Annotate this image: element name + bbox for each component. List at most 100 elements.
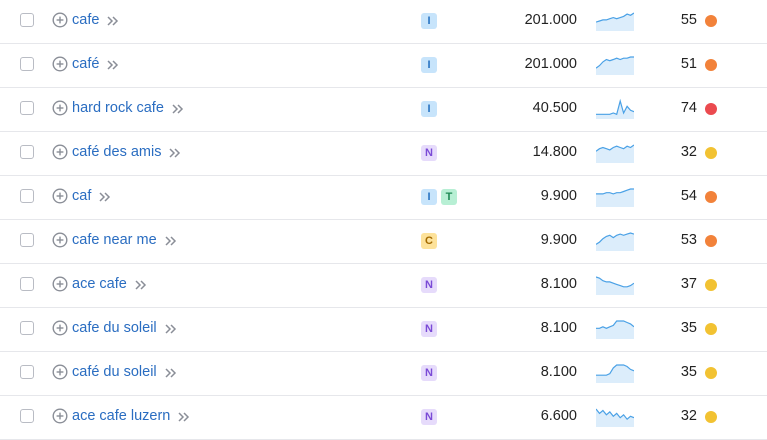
keyword-overview-chevron-icon[interactable] bbox=[106, 14, 120, 28]
search-volume: 9.900 bbox=[540, 188, 577, 204]
table-row[interactable]: cafe I 201.000 55 bbox=[0, 0, 767, 44]
intent-badge: N bbox=[421, 321, 437, 337]
search-volume: 40.500 bbox=[532, 100, 577, 116]
keyword-text[interactable]: café du soleil bbox=[72, 364, 157, 381]
intent-badge: N bbox=[421, 145, 437, 161]
row-checkbox[interactable] bbox=[20, 277, 34, 291]
row-checkbox[interactable] bbox=[20, 101, 34, 115]
search-volume: 6.600 bbox=[540, 408, 577, 424]
keyword-text[interactable]: ace cafe bbox=[72, 276, 127, 293]
keyword-difficulty: 53 bbox=[680, 232, 697, 248]
table-row[interactable]: hard rock cafe I 40.500 74 bbox=[0, 88, 767, 132]
keyword-overview-chevron-icon[interactable] bbox=[177, 410, 191, 424]
add-to-list-icon[interactable] bbox=[52, 188, 68, 204]
trend-sparkline bbox=[596, 408, 634, 427]
search-volume: 201.000 bbox=[524, 56, 577, 72]
trend-sparkline bbox=[596, 320, 634, 339]
add-to-list-icon[interactable] bbox=[52, 144, 68, 160]
table-row[interactable]: cafe du soleil N 8.100 35 bbox=[0, 308, 767, 352]
table-row[interactable]: cafe near me C 9.900 53 bbox=[0, 220, 767, 264]
intent-badge: N bbox=[421, 365, 437, 381]
keyword-overview-chevron-icon[interactable] bbox=[164, 234, 178, 248]
keyword-text[interactable]: cafe near me bbox=[72, 232, 157, 249]
table-row[interactable]: ace cafe luzern N 6.600 32 bbox=[0, 396, 767, 440]
difficulty-indicator-dot bbox=[705, 411, 717, 423]
row-checkbox[interactable] bbox=[20, 145, 34, 159]
trend-area bbox=[596, 57, 634, 75]
search-volume: 8.100 bbox=[540, 364, 577, 380]
add-to-list-icon[interactable] bbox=[52, 12, 68, 28]
trend-sparkline bbox=[596, 98, 634, 119]
add-to-list-icon[interactable] bbox=[52, 320, 68, 336]
intent-badges: IT bbox=[421, 189, 457, 205]
keyword-overview-chevron-icon[interactable] bbox=[98, 190, 112, 204]
table-row[interactable]: café I 201.000 51 bbox=[0, 44, 767, 88]
keyword-difficulty: 35 bbox=[680, 364, 697, 380]
keyword-link[interactable]: cafe du soleil bbox=[72, 320, 178, 337]
keyword-difficulty: 55 bbox=[680, 12, 697, 28]
trend-sparkline bbox=[596, 188, 634, 207]
keyword-difficulty: 35 bbox=[680, 320, 697, 336]
row-checkbox[interactable] bbox=[20, 409, 34, 423]
intent-badge: I bbox=[421, 57, 437, 73]
keyword-link[interactable]: caf bbox=[72, 188, 112, 205]
row-checkbox[interactable] bbox=[20, 57, 34, 71]
intent-badges: C bbox=[421, 233, 437, 249]
add-to-list-icon[interactable] bbox=[52, 408, 68, 424]
search-volume: 201.000 bbox=[524, 12, 577, 28]
keyword-overview-chevron-icon[interactable] bbox=[168, 146, 182, 160]
trend-sparkline bbox=[596, 364, 634, 383]
keyword-link[interactable]: hard rock cafe bbox=[72, 100, 185, 117]
difficulty-indicator-dot bbox=[705, 191, 717, 203]
intent-badge: I bbox=[421, 189, 437, 205]
keyword-link[interactable]: cafe near me bbox=[72, 232, 178, 249]
keyword-text[interactable]: ace cafe luzern bbox=[72, 408, 170, 425]
difficulty-indicator-dot bbox=[705, 15, 717, 27]
keyword-text[interactable]: cafe du soleil bbox=[72, 320, 157, 337]
keyword-link[interactable]: cafe bbox=[72, 12, 120, 29]
add-to-list-icon[interactable] bbox=[52, 276, 68, 292]
search-volume: 9.900 bbox=[540, 232, 577, 248]
intent-badges: N bbox=[421, 277, 437, 293]
trend-area bbox=[596, 13, 634, 31]
keyword-overview-chevron-icon[interactable] bbox=[106, 58, 120, 72]
intent-badge: I bbox=[421, 101, 437, 117]
keyword-overview-chevron-icon[interactable] bbox=[134, 278, 148, 292]
difficulty-indicator-dot bbox=[705, 279, 717, 291]
keyword-table: cafe I 201.000 55 café I 201.000 51 hard… bbox=[0, 0, 767, 440]
intent-badge: N bbox=[421, 409, 437, 425]
keyword-link[interactable]: ace cafe luzern bbox=[72, 408, 191, 425]
add-to-list-icon[interactable] bbox=[52, 364, 68, 380]
difficulty-indicator-dot bbox=[705, 235, 717, 247]
add-to-list-icon[interactable] bbox=[52, 100, 68, 116]
keyword-overview-chevron-icon[interactable] bbox=[164, 366, 178, 380]
keyword-difficulty: 51 bbox=[680, 56, 697, 72]
keyword-link[interactable]: café bbox=[72, 56, 120, 73]
keyword-overview-chevron-icon[interactable] bbox=[164, 322, 178, 336]
keyword-text[interactable]: café des amis bbox=[72, 144, 161, 161]
keyword-text[interactable]: cafe bbox=[72, 12, 99, 29]
row-checkbox[interactable] bbox=[20, 189, 34, 203]
keyword-text[interactable]: hard rock cafe bbox=[72, 100, 164, 117]
keyword-link[interactable]: ace cafe bbox=[72, 276, 148, 293]
row-checkbox[interactable] bbox=[20, 233, 34, 247]
row-checkbox[interactable] bbox=[20, 321, 34, 335]
add-to-list-icon[interactable] bbox=[52, 56, 68, 72]
keyword-link[interactable]: café du soleil bbox=[72, 364, 178, 381]
table-row[interactable]: café du soleil N 8.100 35 bbox=[0, 352, 767, 396]
table-row[interactable]: ace cafe N 8.100 37 bbox=[0, 264, 767, 308]
table-row[interactable]: café des amis N 14.800 32 bbox=[0, 132, 767, 176]
table-row[interactable]: caf IT 9.900 54 bbox=[0, 176, 767, 220]
row-checkbox[interactable] bbox=[20, 365, 34, 379]
row-checkbox[interactable] bbox=[20, 13, 34, 27]
intent-badges: I bbox=[421, 101, 437, 117]
difficulty-indicator-dot bbox=[705, 59, 717, 71]
keyword-text[interactable]: caf bbox=[72, 188, 91, 205]
keyword-text[interactable]: café bbox=[72, 56, 99, 73]
trend-area bbox=[596, 233, 634, 251]
add-to-list-icon[interactable] bbox=[52, 232, 68, 248]
keyword-overview-chevron-icon[interactable] bbox=[171, 102, 185, 116]
intent-badges: I bbox=[421, 13, 437, 29]
keyword-link[interactable]: café des amis bbox=[72, 144, 182, 161]
intent-badge: I bbox=[421, 13, 437, 29]
